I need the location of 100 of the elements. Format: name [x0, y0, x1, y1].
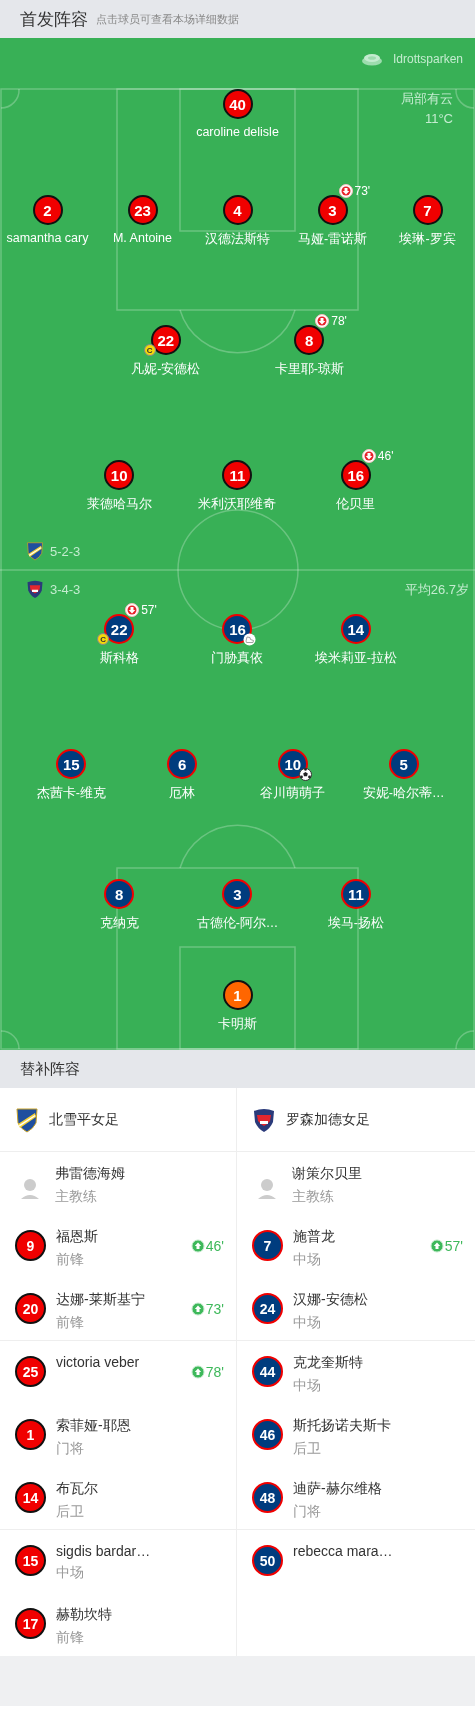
player-name[interactable]: caroline delisle — [196, 125, 279, 139]
sub-off-icon — [125, 603, 140, 617]
player-name[interactable]: 门胁真依 — [211, 650, 264, 667]
shirt-number[interactable]: 4 — [222, 195, 253, 225]
shirt-number[interactable]: 15 — [56, 749, 87, 779]
shirt-number[interactable]: 15 — [15, 1545, 46, 1576]
player-name[interactable]: 索菲娅-耶恩 — [56, 1417, 224, 1435]
player-name[interactable]: 杰茜卡-维克 — [36, 785, 106, 802]
avatar-icon — [256, 1177, 278, 1201]
shirt-number[interactable]: 40 — [222, 89, 253, 119]
player-name[interactable]: victoria veber — [56, 1354, 181, 1370]
shirt-number[interactable]: 10 — [104, 460, 135, 490]
player-name[interactable]: 汉娜-安德松 — [293, 1291, 463, 1309]
player-name[interactable]: 伦贝里 — [336, 496, 376, 513]
player-name[interactable]: 斯科格 — [99, 650, 139, 667]
player-name[interactable]: sigdis bardar… — [56, 1543, 224, 1559]
team-name: 北雪平女足 — [49, 1110, 119, 1129]
shirt-number[interactable]: 5 — [388, 749, 419, 779]
substitution-minute: 57' — [141, 603, 157, 617]
weather-text: 局部有云 — [401, 90, 453, 108]
player-name[interactable]: 施普龙 — [293, 1228, 420, 1246]
shirt-number[interactable]: 16 — [222, 614, 253, 644]
player-name[interactable]: 埃琳-罗宾 — [399, 231, 456, 248]
shirt-number[interactable]: 44 — [252, 1356, 283, 1387]
shirt-number[interactable]: 3 — [222, 879, 253, 909]
player-name[interactable]: 古德伦-阿尔… — [196, 915, 279, 932]
player-name[interactable]: 凡妮-安德松 — [131, 361, 201, 378]
player-name[interactable]: M. Antoine — [112, 231, 173, 245]
shirt-number[interactable]: 25 — [15, 1356, 46, 1387]
shirt-number[interactable]: 48 — [252, 1482, 283, 1513]
shirt-number[interactable]: 16 — [340, 460, 371, 490]
player-position: 中场 — [293, 1377, 322, 1395]
shirt-number[interactable]: 23 — [127, 195, 158, 225]
coach-name: 弗雷德海姆 — [55, 1165, 126, 1183]
section-title: 替补阵容 — [20, 1059, 80, 1079]
player-name[interactable]: 迪萨-赫尔维格 — [293, 1480, 463, 1498]
stadium-name: Idrottsparken — [392, 52, 463, 66]
player-name[interactable]: 安妮-哈尔蒂… — [362, 785, 445, 802]
shirt-number[interactable]: 1 — [222, 980, 253, 1010]
shirt-number[interactable]: 14 — [340, 614, 371, 644]
player-name[interactable]: 汉德法斯特 — [205, 231, 270, 248]
shirt-number[interactable]: 20 — [15, 1293, 46, 1324]
shirt-number[interactable]: 7 — [252, 1230, 283, 1261]
player-position: 前锋 — [56, 1629, 85, 1647]
player-position: 中场 — [293, 1251, 322, 1269]
team-logo — [26, 579, 44, 599]
temperature: 11°C — [424, 111, 453, 126]
substitution-minute: 78' — [331, 314, 347, 328]
coach-name: 谢策尔贝里 — [292, 1165, 363, 1183]
sub-on-icon — [190, 1302, 205, 1316]
player-name[interactable]: 赫勒坎特 — [56, 1606, 224, 1624]
player-name[interactable]: 克龙奎斯特 — [293, 1354, 463, 1372]
player-position: 后卫 — [56, 1503, 85, 1521]
shirt-number[interactable]: 9 — [15, 1230, 46, 1261]
player-name[interactable]: 埃马-扬松 — [327, 915, 384, 932]
shirt-number[interactable]: 50 — [252, 1545, 283, 1576]
sub-on-icon — [190, 1239, 205, 1253]
shirt-number[interactable]: 11 — [222, 460, 253, 490]
player-name[interactable]: 谷川萌萌子 — [260, 785, 326, 802]
substitution-minute: 46' — [205, 1238, 224, 1254]
shirt-number[interactable]: 6 — [167, 749, 198, 779]
shirt-number[interactable]: 1 — [15, 1419, 46, 1450]
sub-on-icon — [190, 1365, 205, 1379]
sub-on-icon — [429, 1239, 444, 1253]
shirt-number[interactable]: 8 — [104, 879, 135, 909]
shirt-number[interactable]: 24 — [252, 1293, 283, 1324]
player-name[interactable]: samantha cary — [6, 231, 89, 245]
player-name[interactable]: rebecca mara… — [293, 1543, 463, 1559]
formation: 5-2-3 — [50, 543, 81, 559]
coach-role: 主教练 — [55, 1188, 98, 1206]
player-name[interactable]: 厄林 — [169, 785, 196, 802]
shirt-number[interactable]: 10 — [277, 749, 308, 779]
shirt-number[interactable]: 46 — [252, 1419, 283, 1450]
shirt-number[interactable]: 8 — [294, 325, 325, 355]
player-name[interactable]: 斯托扬诺夫斯卡 — [293, 1417, 463, 1435]
player-name[interactable]: 米利沃耶维奇 — [198, 496, 277, 513]
shirt-number[interactable]: 7 — [412, 195, 443, 225]
coach-role: 主教练 — [292, 1188, 335, 1206]
player-name[interactable]: 福恩斯 — [56, 1228, 181, 1246]
substitution-minute: 73' — [354, 184, 371, 198]
average-age: 平均26.7岁 — [404, 581, 469, 599]
player-name[interactable]: 卡里耶-琼斯 — [274, 361, 344, 378]
sub-off-icon — [338, 184, 353, 198]
substitution-minute: 78' — [205, 1364, 224, 1380]
shirt-number[interactable]: 14 — [15, 1482, 46, 1513]
player-name[interactable]: 卡明斯 — [218, 1016, 257, 1033]
substitution-minute: 73' — [205, 1301, 224, 1317]
shirt-number[interactable]: 11 — [340, 879, 371, 909]
player-name[interactable]: 布瓦尔 — [56, 1480, 224, 1498]
player-name[interactable]: 克纳克 — [99, 915, 139, 932]
shirt-number[interactable]: 17 — [15, 1608, 46, 1639]
player-position: 后卫 — [293, 1440, 322, 1458]
shirt-number[interactable]: 2 — [32, 195, 63, 225]
player-name[interactable]: 莱德哈马尔 — [86, 496, 152, 513]
substitution-minute: 57' — [444, 1238, 463, 1254]
captain-badge: C — [143, 344, 156, 356]
player-name[interactable]: 埃米莉亚-拉松 — [314, 650, 397, 667]
player-name[interactable]: 马娅-雷诺斯 — [297, 231, 368, 248]
shirt-number[interactable]: 3 — [317, 195, 348, 225]
player-name[interactable]: 达娜-莱斯基宁 — [56, 1291, 181, 1309]
